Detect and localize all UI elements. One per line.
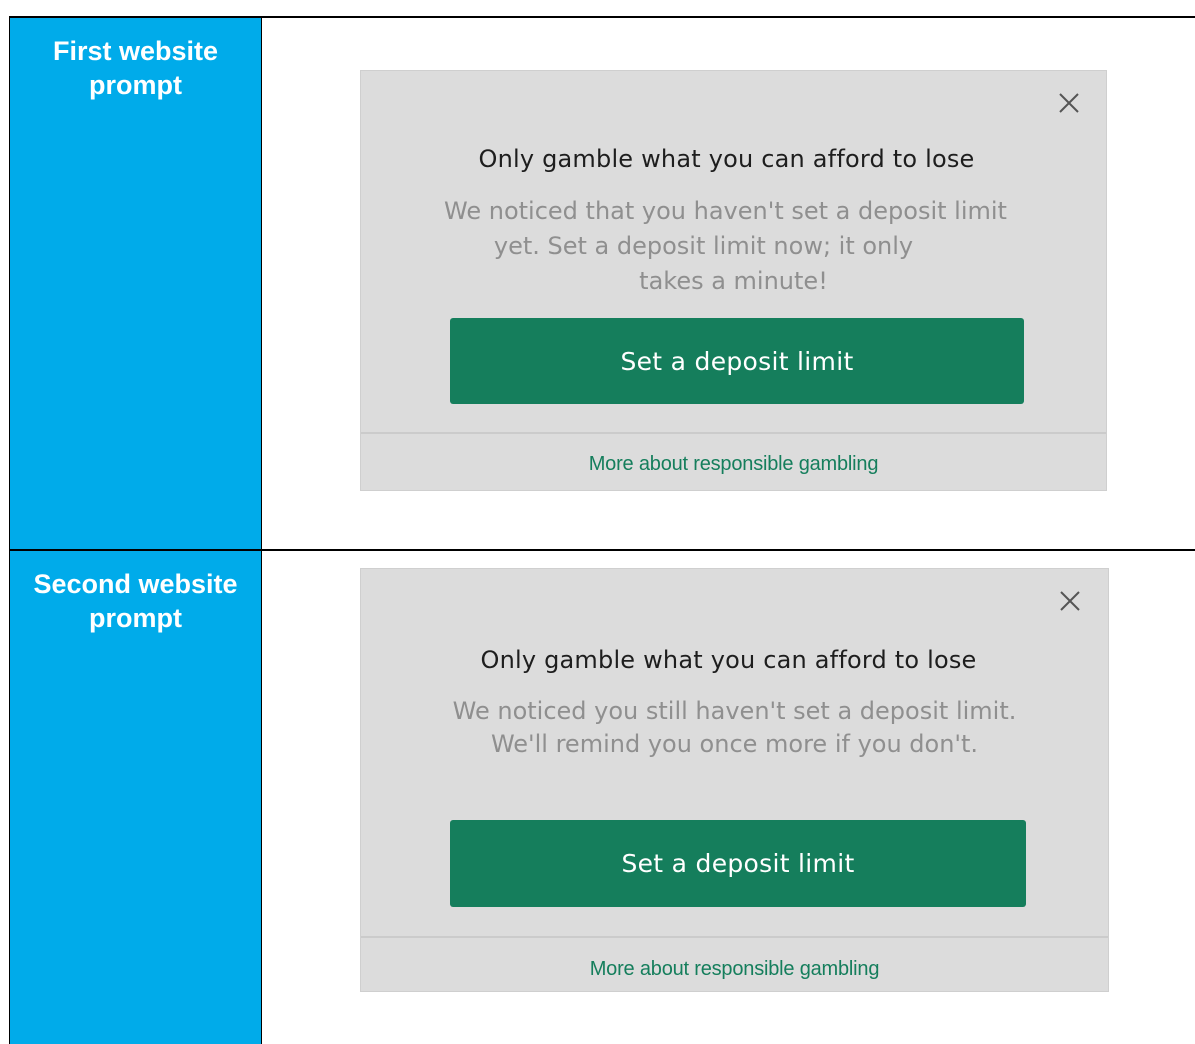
row-label-first-line1: First website — [52, 36, 219, 66]
prompt-message-line: yet. Set a deposit limit now; it only — [493, 232, 914, 260]
row-label-second: Second website prompt — [10, 567, 261, 635]
row-label-first-line2: prompt — [89, 70, 182, 100]
close-icon[interactable] — [1057, 91, 1081, 115]
first-website-prompt: Only gamble what you can afford to lose … — [360, 70, 1107, 491]
set-deposit-limit-button[interactable]: Set a deposit limit — [450, 318, 1024, 404]
row-label-second-line1: Second website — [33, 569, 238, 599]
row-label-cell-first: First website prompt — [10, 18, 261, 549]
row-label-cell-second: Second website prompt — [10, 551, 261, 1044]
prompt-title: Only gamble what you can afford to lose — [480, 646, 977, 674]
responsible-gambling-link[interactable]: More about responsible gambling — [361, 453, 1106, 476]
responsible-gambling-link[interactable]: More about responsible gambling — [361, 958, 1108, 981]
row-label-first: First website prompt — [10, 34, 261, 102]
footer-divider — [361, 936, 1108, 938]
set-deposit-limit-button[interactable]: Set a deposit limit — [450, 820, 1026, 907]
prompt-message-line: We noticed that you haven't set a deposi… — [444, 197, 1007, 225]
row-label-second-line2: prompt — [89, 603, 182, 633]
close-icon[interactable] — [1058, 589, 1082, 613]
prompt-message-line: We'll remind you once more if you don't. — [490, 730, 979, 758]
prompt-title: Only gamble what you can afford to lose — [478, 145, 975, 173]
prompt-message-line: We noticed you still haven't set a depos… — [452, 697, 1017, 725]
prompt-message: We noticed that you haven't set a deposi… — [361, 194, 1106, 299]
prompt-message: We noticed you still haven't set a depos… — [361, 695, 1108, 761]
prompt-message-line: takes a minute! — [639, 267, 828, 295]
second-website-prompt: Only gamble what you can afford to lose … — [360, 568, 1109, 992]
footer-divider — [361, 432, 1106, 434]
